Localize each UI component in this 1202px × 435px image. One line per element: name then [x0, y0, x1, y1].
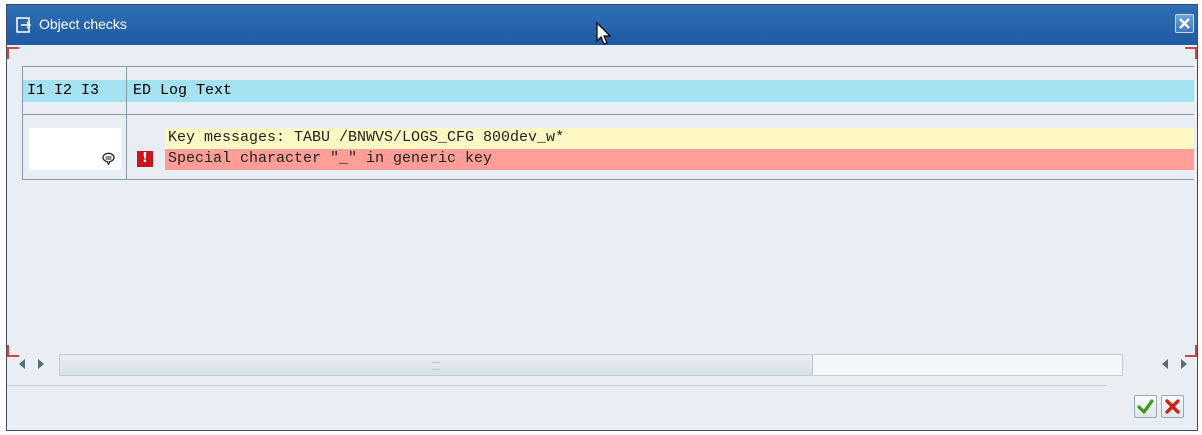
- close-icon: [1179, 18, 1190, 29]
- green-checkmark-icon: [1137, 399, 1154, 414]
- mouse-pointer-icon: [596, 21, 612, 45]
- frame-corner: [7, 47, 19, 59]
- red-x-icon: [1165, 399, 1180, 414]
- confirm-button[interactable]: [1134, 395, 1157, 418]
- header-divider: [23, 114, 1194, 115]
- speech-bubble-icon[interactable]: [102, 152, 115, 165]
- column-header-log-text[interactable]: ED Log Text: [133, 82, 232, 99]
- table-bottom-border: [23, 179, 1194, 180]
- object-checks-dialog: Object checks I1 I2 I3 ED Log Text Key m…: [6, 4, 1198, 431]
- close-button[interactable]: [1175, 14, 1194, 33]
- scroll-right-icon[interactable]: [38, 359, 44, 369]
- log-table: I1 I2 I3 ED Log Text Key messages: TABU …: [22, 66, 1194, 180]
- dialog-title: Object checks: [39, 16, 127, 32]
- row-indicator-cell[interactable]: [29, 128, 121, 149]
- scroll-left-icon[interactable]: [19, 359, 25, 369]
- column-header-indicators[interactable]: I1 I2 I3: [27, 82, 99, 99]
- title-bar[interactable]: Object checks: [7, 5, 1197, 45]
- scrollbar-track[interactable]: [59, 354, 1123, 376]
- table-header: I1 I2 I3 ED Log Text: [23, 80, 1194, 102]
- scroll-right-icon[interactable]: [1181, 359, 1187, 369]
- log-text: Key messages: TABU /BNWVS/LOGS_CFG 800de…: [168, 129, 565, 146]
- header-right-cell: ED Log Text: [127, 80, 1194, 102]
- footer-divider: [7, 385, 1107, 386]
- table-row[interactable]: ! Special character "_" in generic key: [127, 149, 1194, 170]
- table-row[interactable]: Key messages: TABU /BNWVS/LOGS_CFG 800de…: [127, 128, 1194, 149]
- horizontal-scrollbar[interactable]: [11, 354, 1193, 376]
- scroll-left-icon[interactable]: [1162, 359, 1168, 369]
- scrollbar-thumb[interactable]: [60, 355, 813, 375]
- scrollbar-grip: [432, 362, 440, 370]
- cancel-button[interactable]: [1161, 395, 1184, 418]
- dialog-edit-icon: [16, 17, 32, 33]
- error-icon: !: [137, 151, 153, 167]
- log-text: Special character "_" in generic key: [168, 150, 493, 167]
- frame-corner: [1185, 47, 1197, 59]
